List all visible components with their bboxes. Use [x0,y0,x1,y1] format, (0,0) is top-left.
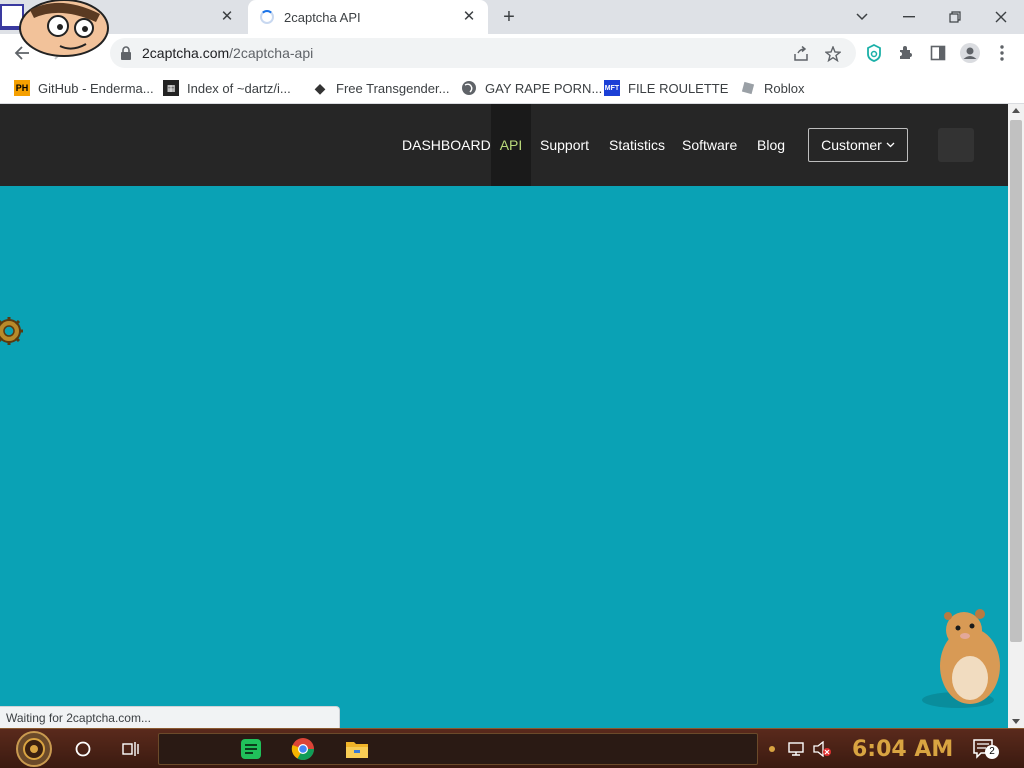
browser-toolbar: 2captcha.com/2captcha-api [0,34,1024,72]
notes-app-icon[interactable] [236,729,266,768]
tab-search-chevron-icon[interactable] [840,4,884,30]
page-scrollbar[interactable] [1008,104,1024,728]
qr-favicon-icon: ▦ [163,80,179,96]
bookmark-gay-rape[interactable]: GAY RAPE PORN... [461,78,602,98]
notification-count-badge: 2 [985,745,999,759]
taskbar-clock[interactable]: 6:04 AM [852,729,953,768]
side-panel-icon[interactable] [928,43,948,63]
bookmark-roblox[interactable]: Roblox [740,78,804,98]
fox-favicon-icon: ◆ [314,79,326,96]
tab-title: 2captcha API [284,9,361,25]
restore-button[interactable] [933,4,977,30]
start-button[interactable] [10,729,58,768]
tray-expand-icon[interactable] [764,729,780,768]
cartoon-face-icon [0,0,109,57]
globe-icon [461,80,477,96]
roblox-icon [740,80,756,96]
lock-icon [121,46,131,60]
bookmark-free-transgender[interactable]: ◆ Free Transgender... [312,78,450,98]
network-icon[interactable] [786,729,808,768]
file-explorer-icon[interactable] [342,729,372,768]
chrome-icon[interactable] [288,729,318,768]
hamster-icon [922,609,1000,708]
start-gear-icon [16,731,52,767]
page-content-area [0,186,1008,728]
tab-1-close-icon[interactable]: ✕ [218,8,236,26]
gear-icon [0,317,23,345]
bookmark-star-icon[interactable] [824,45,842,63]
profile-avatar-icon[interactable] [960,43,980,63]
menu-kebab-icon[interactable] [992,43,1012,63]
mft-favicon-icon: MFT [604,80,620,96]
nav-blog[interactable]: Blog [757,104,785,186]
taskbar: 6:04 AM 2 [0,728,1024,768]
user-menu-placeholder[interactable] [938,128,974,162]
task-view-icon[interactable] [116,729,146,768]
scrollbar-thumb[interactable] [1010,120,1022,642]
extension-teal-icon[interactable] [864,43,884,63]
new-tab-button[interactable]: + [497,6,521,28]
tab-2captcha-api[interactable]: 2captcha API ✕ [248,0,488,34]
loading-spinner-icon [260,10,274,24]
nav-support[interactable]: Support [540,104,589,186]
notifications-button[interactable]: 2 [968,729,1000,768]
ph-badge-icon: PH [14,80,30,96]
address-bar[interactable]: 2captcha.com/2captcha-api [110,38,856,68]
customer-dropdown-button[interactable]: Customer [808,128,908,162]
extensions-puzzle-icon[interactable] [896,43,916,63]
scroll-up-arrow-icon[interactable] [1012,108,1020,113]
bookmark-github[interactable]: PH GitHub - Enderma... [14,78,154,98]
tab-strip: ✕ 2captcha API ✕ + [0,0,1024,34]
close-window-button[interactable] [979,4,1023,30]
scroll-down-arrow-icon[interactable] [1012,719,1020,724]
url-text: 2captcha.com/2captcha-api [142,45,314,61]
volume-muted-icon[interactable] [810,729,834,768]
site-header: DASHBOARD API Support Statistics Softwar… [0,104,1008,186]
chevron-down-icon [886,140,895,151]
minimize-button[interactable] [887,4,931,30]
bookmark-index-dartz[interactable]: ▦ Index of ~dartz/i... [163,78,291,98]
bookmark-file-roulette[interactable]: MFT FILE ROULETTE [604,78,728,98]
nav-api[interactable]: API [491,104,531,186]
nav-statistics[interactable]: Statistics [609,104,665,186]
nav-software[interactable]: Software [682,104,737,186]
share-icon[interactable] [792,45,810,63]
search-circle-icon[interactable] [68,729,98,768]
loading-status-text: Waiting for 2captcha.com... [0,706,340,728]
tab-2-close-icon[interactable]: ✕ [460,8,478,26]
bookmarks-bar: PH GitHub - Enderma... ▦ Index of ~dartz… [0,72,1024,104]
nav-dashboard[interactable]: DASHBOARD [402,104,491,186]
